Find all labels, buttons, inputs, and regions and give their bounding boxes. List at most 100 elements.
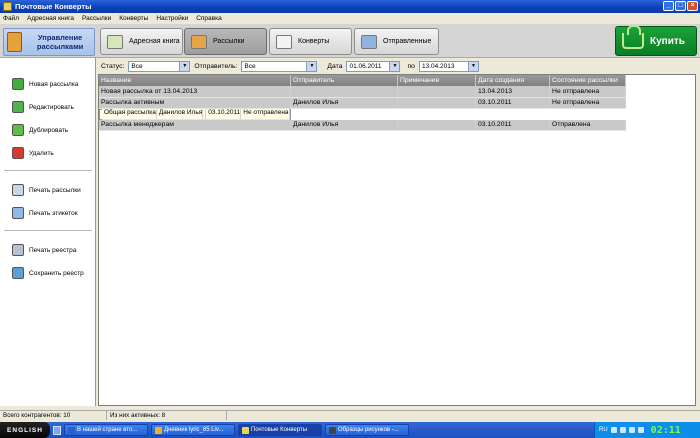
cell-created: 03.10.2011	[475, 97, 551, 109]
table-row-selected[interactable]: Общая рассылка Данилов Илья 03.10.2011 Н…	[99, 108, 291, 120]
sidebar-label: Печать реестра	[29, 246, 77, 254]
column-header-created[interactable]: Дата создания	[475, 75, 551, 86]
status-filter-value: Все	[131, 62, 143, 70]
quick-launch-icon[interactable]	[53, 425, 61, 435]
tab-address-book[interactable]: Адресная книга	[100, 28, 183, 55]
divider	[4, 230, 92, 231]
taskbar-item-active[interactable]: Почтовые Конверты	[238, 424, 322, 436]
taskbar-item[interactable]: Дневник lyric_85 Liv...	[151, 424, 235, 436]
word-icon	[68, 426, 75, 434]
tab-sent[interactable]: Отправленные	[354, 28, 439, 55]
cell-created: 03.10.2011	[475, 119, 551, 131]
mailings-table: Название Отправитель Примечание Дата соз…	[99, 75, 627, 131]
sender-filter-value: Все	[244, 62, 256, 70]
cell-sender: Данилов Илья	[290, 119, 399, 131]
date-to-picker[interactable]: 13.04.2013 ▼	[418, 60, 479, 72]
save-registry-icon	[12, 267, 24, 279]
sidebar-label: Печать этикеток	[29, 209, 78, 217]
cell-name: Рассылка активным	[99, 97, 292, 109]
cell-note	[397, 86, 477, 98]
date-to-label: по	[407, 62, 415, 70]
table-row[interactable]: Рассылка активным Данилов Илья 03.10.201…	[99, 97, 627, 109]
status-bar: Всего контрагентов: 10 Из них активных: …	[0, 410, 700, 420]
chevron-down-icon: ▼	[467, 61, 478, 71]
sender-filter-label: Отправитель:	[194, 62, 238, 70]
window-controls: _ □ ×	[663, 1, 698, 11]
tab-label: Адресная книга	[129, 38, 180, 45]
chevron-down-icon: ▼	[389, 61, 400, 71]
cell-status: Не отправлена	[549, 86, 627, 98]
tab-envelopes[interactable]: Конверты	[269, 28, 352, 55]
sidebar: Новая рассылка Редактировать Дублировать…	[0, 58, 96, 406]
date-to-value: 13.04.2013	[421, 62, 455, 70]
start-button[interactable]: ENGLISH	[0, 422, 50, 438]
sidebar-label: Печать рассылки	[29, 186, 81, 194]
cell-sender: Данилов Илья	[290, 97, 399, 109]
buy-label: Купить	[650, 35, 685, 47]
sidebar-label: Дублировать	[29, 126, 69, 134]
taskbar-item[interactable]: Образцы рисунков -...	[325, 424, 409, 436]
column-header-status[interactable]: Состояние рассылки	[549, 75, 627, 86]
sidebar-label: Удалить	[29, 149, 54, 157]
mailings-icon	[191, 34, 207, 49]
tray-icon[interactable]	[619, 427, 626, 433]
sidebar-label: Редактировать	[29, 103, 74, 111]
print-registry-button[interactable]: Печать реестра	[12, 244, 76, 256]
tab-label: Рассылки	[213, 38, 245, 45]
cell-created: 13.04.2013	[475, 86, 551, 98]
menu-mailings[interactable]: Рассылки	[82, 15, 111, 22]
sidebar-label: Новая рассылка	[29, 80, 79, 88]
taskbar-item-label: Образцы рисунков -...	[338, 427, 399, 433]
system-tray: RU 02:11	[594, 422, 700, 438]
taskbar-item-label: Почтовые Конверты	[251, 427, 308, 433]
column-header-sender[interactable]: Отправитель	[290, 75, 399, 86]
status-filter-select[interactable]: Все ▼	[128, 60, 191, 72]
table-row[interactable]: Новая рассылка от 13.04.2013 13.04.2013 …	[99, 86, 627, 98]
taskbar: ENGLISH В нашей стране вто... Дневник ly…	[0, 422, 700, 438]
filter-bar: Статус: Все ▼ Отправитель: Все ▼ Дата 01…	[98, 58, 696, 74]
print-labels-button[interactable]: Печать этикеток	[12, 207, 78, 219]
sidebar-label: Сохранить реестр	[29, 269, 84, 277]
menu-file[interactable]: Файл	[3, 15, 19, 22]
date-from-picker[interactable]: 01.06.2011 ▼	[346, 60, 401, 72]
toolbar: Управление рассылками Адресная книга Рас…	[0, 24, 700, 58]
sent-icon	[361, 34, 377, 49]
sender-filter-select[interactable]: Все ▼	[241, 60, 318, 72]
buy-button[interactable]: Купить	[615, 25, 697, 56]
menu-help[interactable]: Справка	[196, 15, 222, 22]
tray-icon[interactable]	[637, 427, 644, 433]
tray-icon[interactable]	[610, 427, 617, 433]
duplicate-button[interactable]: Дублировать	[12, 124, 68, 136]
column-header-note[interactable]: Примечание	[397, 75, 477, 86]
close-button[interactable]: ×	[687, 1, 698, 11]
menu-envelopes[interactable]: Конверты	[119, 15, 148, 22]
table-row[interactable]: Рассылка менеджерам Данилов Илья 03.10.2…	[99, 119, 627, 131]
management-panel-header[interactable]: Управление рассылками	[3, 28, 95, 56]
clock[interactable]: 02:11	[651, 425, 681, 436]
menu-settings[interactable]: Настройки	[156, 15, 188, 22]
menu-bar: Файл Адресная книга Рассылки Конверты На…	[0, 13, 700, 24]
cell-sender: Данилов Илья	[156, 108, 204, 120]
new-mailing-button[interactable]: Новая рассылка	[12, 78, 78, 90]
column-header-name[interactable]: Название	[99, 75, 292, 86]
print-mailing-button[interactable]: Печать рассылки	[12, 184, 81, 196]
language-indicator[interactable]: RU	[599, 427, 608, 433]
maximize-button[interactable]: □	[675, 1, 686, 11]
print-registry-icon	[12, 244, 24, 256]
edit-button[interactable]: Редактировать	[12, 101, 74, 113]
minimize-button[interactable]: _	[663, 1, 674, 11]
chevron-down-icon: ▼	[179, 61, 190, 71]
basket-icon	[622, 25, 644, 49]
tray-icon[interactable]	[628, 427, 635, 433]
management-label: Управление рассылками	[36, 33, 84, 51]
delete-icon	[12, 147, 24, 159]
menu-address-book[interactable]: Адресная книга	[27, 15, 74, 22]
new-mailing-icon	[12, 78, 24, 90]
save-registry-button[interactable]: Сохранить реестр	[12, 267, 84, 279]
tab-mailings[interactable]: Рассылки	[184, 28, 267, 55]
taskbar-item-label: В нашей стране вто...	[77, 427, 138, 433]
delete-button[interactable]: Удалить	[12, 147, 54, 159]
envelope-icon	[276, 34, 292, 49]
taskbar-item[interactable]: В нашей стране вто...	[64, 424, 148, 436]
mailings-management-icon	[7, 32, 23, 52]
